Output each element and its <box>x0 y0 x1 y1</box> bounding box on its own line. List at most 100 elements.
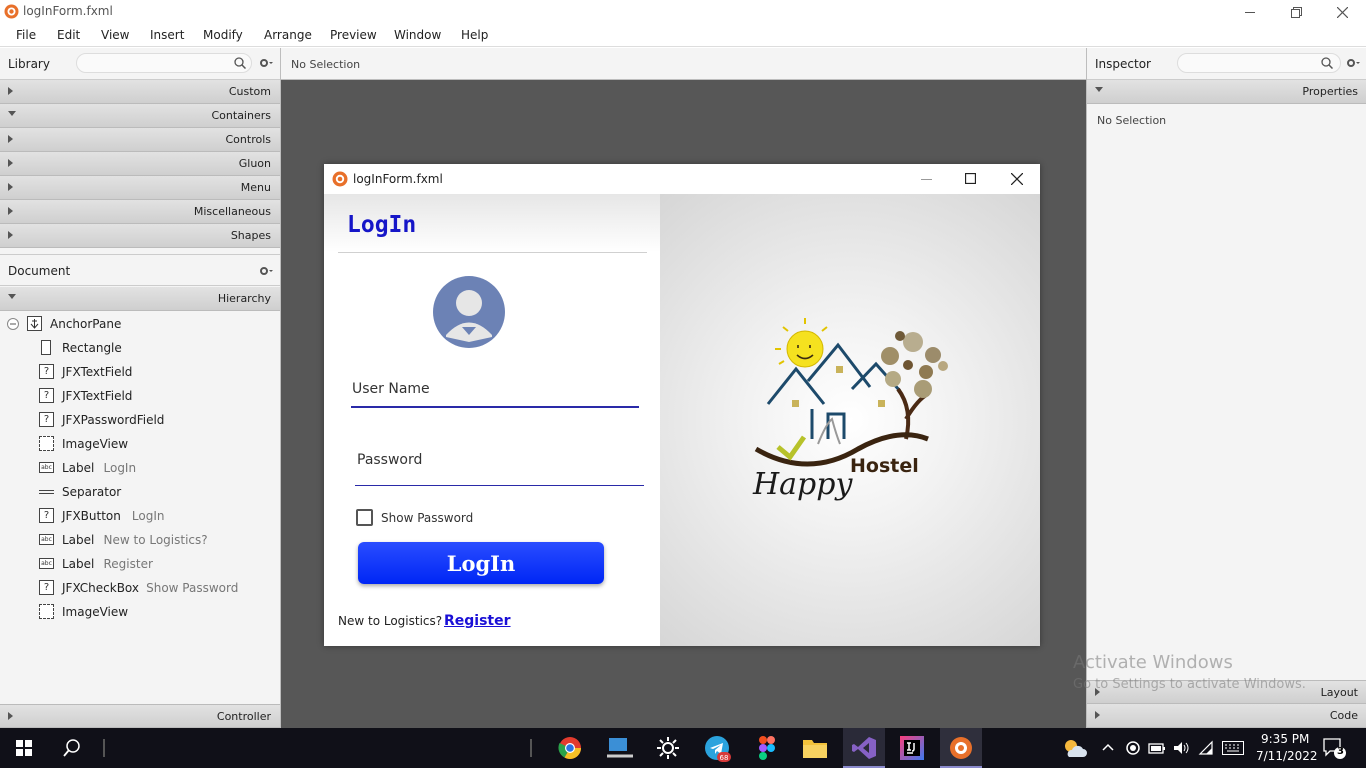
library-section-label: Menu <box>240 181 271 194</box>
chevron-up-icon[interactable] <box>1102 743 1114 751</box>
scene-builder-button[interactable] <box>940 728 982 768</box>
figma-icon[interactable] <box>759 736 775 760</box>
library-search-input[interactable] <box>76 53 252 73</box>
tree-item[interactable]: Separator <box>0 480 280 504</box>
restore-button[interactable] <box>1273 0 1319 24</box>
password-field[interactable]: Password <box>357 452 422 468</box>
tree-item[interactable]: ? JFXPasswordField <box>0 408 280 432</box>
collapse-icon[interactable] <box>7 318 19 330</box>
menu-arrange[interactable]: Arrange <box>264 28 312 42</box>
tree-item[interactable]: abc Label Register <box>0 552 280 576</box>
intellij-icon[interactable] <box>900 736 924 760</box>
menu-file[interactable]: File <box>16 28 36 42</box>
wifi-icon[interactable] <box>1198 740 1214 756</box>
battery-icon[interactable] <box>1148 741 1166 755</box>
menu-preview[interactable]: Preview <box>330 28 377 42</box>
keyboard-icon[interactable] <box>1222 741 1244 755</box>
menu-window[interactable]: Window <box>394 28 441 42</box>
tree-item[interactable]: Rectangle <box>0 336 280 360</box>
tree-item-name: JFXTextField <box>62 365 133 379</box>
canvas-header: No Selection <box>281 48 1086 80</box>
close-icon <box>1336 6 1348 18</box>
menu-bar: File Edit View Insert Modify Arrange Pre… <box>0 24 1366 47</box>
weather-icon[interactable] <box>1061 737 1087 759</box>
menu-modify[interactable]: Modify <box>203 28 243 42</box>
tree-item[interactable]: ImageView <box>0 600 280 624</box>
library-section-gluon[interactable]: Gluon <box>0 152 280 176</box>
chevron-down-icon <box>8 294 16 299</box>
tree-item-name: ImageView <box>62 437 129 451</box>
record-icon[interactable] <box>1126 741 1140 755</box>
tree-item[interactable]: ImageView <box>0 432 280 456</box>
logo-pane: Happy Hostel <box>660 194 1040 646</box>
close-button[interactable] <box>1319 0 1365 24</box>
tree-item-root[interactable]: AnchorPane <box>0 312 280 336</box>
preview-window[interactable]: logInForm.fxml LogIn User Name Password … <box>324 164 1040 646</box>
visual-studio-button[interactable] <box>843 728 885 768</box>
library-title: Library <box>8 57 50 71</box>
tree-item[interactable]: abc Label New to Logistics? <box>0 528 280 552</box>
document-header: Document <box>0 254 280 286</box>
tree-item-name: Label <box>62 461 95 475</box>
inspector-panel: Inspector Properties No Selection Layout… <box>1086 48 1366 728</box>
menu-help[interactable]: Help <box>461 28 488 42</box>
tree-item-name: Separator <box>62 485 122 499</box>
search-icon <box>1321 57 1333 69</box>
chrome-icon[interactable] <box>558 736 582 760</box>
inspector-search-input[interactable] <box>1177 53 1341 73</box>
separator-icon <box>39 490 54 494</box>
inspector-selection-label: No Selection <box>1097 114 1167 127</box>
code-section-header[interactable]: Code <box>1087 704 1366 728</box>
menu-view[interactable]: View <box>101 28 129 42</box>
clock-date[interactable]: 7/11/2022 <box>1256 749 1318 763</box>
close-icon[interactable] <box>1011 173 1023 185</box>
register-link[interactable]: Register <box>444 613 511 629</box>
file-explorer-icon[interactable] <box>803 737 827 759</box>
brightness-icon[interactable] <box>656 736 680 760</box>
maximize-icon[interactable] <box>965 173 976 184</box>
tree-item-name: ImageView <box>62 605 129 619</box>
tree-item-name: Label <box>62 557 95 571</box>
gear-icon[interactable] <box>259 266 273 276</box>
tree-root-label: AnchorPane <box>50 317 122 331</box>
tree-item-name: JFXCheckBox <box>62 581 140 595</box>
telegram-icon[interactable]: 68 <box>705 736 731 762</box>
unknown-component-icon: ? <box>39 388 54 403</box>
menu-edit[interactable]: Edit <box>57 28 80 42</box>
library-section-shapes[interactable]: Shapes <box>0 224 280 248</box>
search-icon[interactable] <box>63 739 81 757</box>
library-section-menu[interactable]: Menu <box>0 176 280 200</box>
volume-icon[interactable] <box>1173 740 1189 756</box>
show-password-checkbox[interactable] <box>356 509 373 526</box>
username-field[interactable]: User Name <box>352 381 430 397</box>
tree-item-detail: LogIn <box>131 509 165 523</box>
tree-item[interactable]: ? JFXTextField <box>0 384 280 408</box>
controller-section-header[interactable]: Controller <box>0 704 280 728</box>
tree-item[interactable]: ? JFXTextField <box>0 360 280 384</box>
login-heading: LogIn <box>347 212 417 238</box>
separator <box>338 252 647 253</box>
minimize-icon[interactable] <box>921 179 932 180</box>
gear-icon[interactable] <box>1346 58 1360 68</box>
tree-item-name: Rectangle <box>62 341 122 355</box>
library-section-miscellaneous[interactable]: Miscellaneous <box>0 200 280 224</box>
windows-start-icon[interactable] <box>16 740 32 756</box>
library-section-custom[interactable]: Custom <box>0 80 280 104</box>
tree-item[interactable]: ? JFXButton LogIn <box>0 504 280 528</box>
properties-section-header[interactable]: Properties <box>1087 80 1366 104</box>
tree-item-detail: Register <box>103 557 153 571</box>
username-underline <box>351 406 639 408</box>
tree-item-name: JFXPasswordField <box>62 413 165 427</box>
minimize-button[interactable] <box>1227 0 1273 24</box>
gear-icon[interactable] <box>259 58 273 68</box>
login-button[interactable]: LogIn <box>358 542 604 584</box>
tree-item[interactable]: abc Label LogIn <box>0 456 280 480</box>
clock-time[interactable]: 9:35 PM <box>1261 732 1309 746</box>
chevron-right-icon <box>8 183 13 191</box>
hierarchy-section-header[interactable]: Hierarchy <box>0 287 280 311</box>
computer-icon[interactable] <box>607 736 633 760</box>
tree-item[interactable]: ? JFXCheckBox Show Password <box>0 576 280 600</box>
menu-insert[interactable]: Insert <box>150 28 184 42</box>
library-section-controls[interactable]: Controls <box>0 128 280 152</box>
library-section-containers[interactable]: Containers <box>0 104 280 128</box>
